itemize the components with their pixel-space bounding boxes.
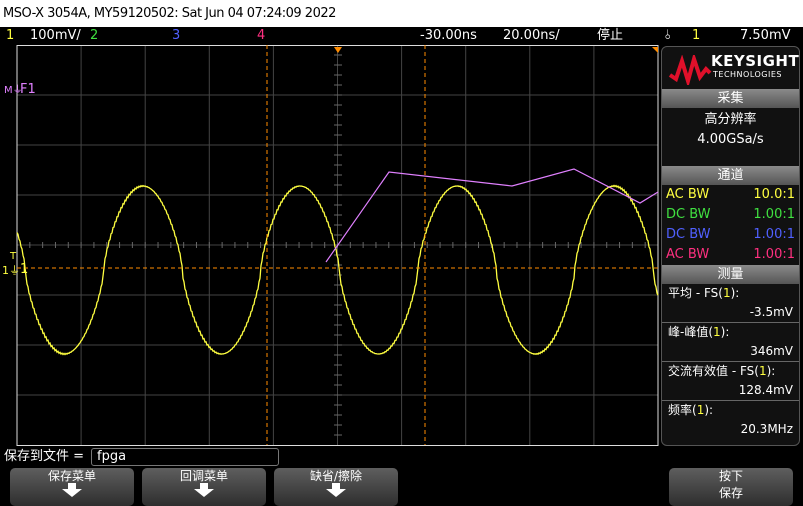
channel-2-info[interactable]: DC BW 1.00:1 <box>662 205 799 225</box>
measurement-1[interactable]: 平均 - FS(1): -3.5mV <box>662 284 799 323</box>
acquisition-mode: 高分辨率 <box>704 112 757 127</box>
arrow-down-icon <box>62 483 82 497</box>
channel-3-label[interactable]: 3 <box>172 27 180 45</box>
timebase[interactable]: 20.00ns/ <box>503 27 560 45</box>
measurement-label: 交流有效值 - FS(1): <box>668 364 776 378</box>
default-erase-button[interactable]: 缺省/擦除 <box>274 468 398 506</box>
arrow-down-icon <box>326 483 346 497</box>
waveform-display[interactable]: M⏚ F1 T 1⏚ 1 <box>0 45 660 447</box>
coupling: DC BW <box>666 227 711 242</box>
channel-4-info[interactable]: AC BW 1.00:1 <box>662 245 799 265</box>
trigger-position-marker <box>334 47 342 53</box>
softkey-label: 保存 <box>718 486 743 500</box>
channel-2-label[interactable]: 2 <box>90 27 98 45</box>
measurement-value: 346mV <box>750 344 793 358</box>
channel-1-scale[interactable]: 100mV/ <box>30 27 81 45</box>
measurement-4[interactable]: 频率(1): 20.3MHz <box>662 401 799 440</box>
acquisition-info: 高分辨率 4.00GSa/s <box>662 108 799 166</box>
channel-1-info[interactable]: AC BW 10.0:1 <box>662 185 799 205</box>
window-title: MSO-X 3054A, MY59120502: Sat Jun 04 07:2… <box>0 0 803 27</box>
arrow-down-icon <box>194 483 214 497</box>
probe-ratio: 1.00:1 <box>753 207 795 222</box>
channels-header[interactable]: 通道 <box>662 166 799 185</box>
acquisition-header[interactable]: 采集 <box>662 89 799 108</box>
softkey-label: 按下 <box>718 469 743 483</box>
measurement-value: -3.5mV <box>749 305 793 319</box>
trigger-level[interactable]: 7.50mV <box>740 27 791 45</box>
coupling: AC BW <box>666 247 710 262</box>
keysight-wave-icon <box>668 55 712 85</box>
measurement-label: 峰-峰值(1): <box>668 325 730 339</box>
measurement-3[interactable]: 交流有效值 - FS(1): 128.4mV <box>662 362 799 401</box>
press-to-save-button[interactable]: 按下 保存 <box>669 468 793 506</box>
trigger-source[interactable]: 1 <box>692 27 700 45</box>
logo-subtext: TECHNOLOGIES <box>713 70 782 79</box>
measurement-value: 128.4mV <box>738 383 793 397</box>
logo-text: KEYSIGHT <box>711 52 800 70</box>
save-to-file-label: 保存到文件 = <box>4 449 85 464</box>
channel-3-info[interactable]: DC BW 1.00:1 <box>662 225 799 245</box>
probe-ratio: 1.00:1 <box>753 247 795 262</box>
probe-ratio: 10.0:1 <box>753 187 795 202</box>
probe-ratio: 1.00:1 <box>753 227 795 242</box>
trigger-edge-icon: ⫰ <box>665 28 671 43</box>
status-bar: 1 100mV/ 2 3 4 -30.00ns 20.00ns/ 停止 ⫰ 1 … <box>0 27 803 45</box>
coupling: DC BW <box>666 207 711 222</box>
side-panel: KEYSIGHT TECHNOLOGIES 采集 高分辨率 4.00GSa/s … <box>661 46 800 446</box>
recall-menu-button[interactable]: 回调菜单 <box>142 468 266 506</box>
math-marker: F1 <box>20 82 36 97</box>
channel-1-label[interactable]: 1 <box>6 27 14 45</box>
sample-rate: 4.00GSa/s <box>697 132 764 147</box>
measurement-value: 20.3MHz <box>740 422 793 436</box>
cursor-corner-marker <box>652 47 658 53</box>
channel-1-marker: 1 <box>20 262 28 277</box>
horizontal-delay[interactable]: -30.00ns <box>420 27 477 45</box>
measurement-2[interactable]: 峰-峰值(1): 346mV <box>662 323 799 362</box>
channel-1-ground-icon: 1⏚ <box>2 264 20 277</box>
keysight-logo: KEYSIGHT TECHNOLOGIES <box>662 47 799 89</box>
measurements-header[interactable]: 测量 <box>662 265 799 284</box>
run-state[interactable]: 停止 <box>597 27 623 45</box>
measurement-label: 频率(1): <box>668 403 714 417</box>
measurement-label: 平均 - FS(1): <box>668 286 740 300</box>
save-menu-button[interactable]: 保存菜单 <box>10 468 134 506</box>
channel-4-label[interactable]: 4 <box>257 27 265 45</box>
coupling: AC BW <box>666 187 710 202</box>
trigger-marker: T <box>9 251 17 262</box>
filename-field[interactable]: fpga <box>91 448 279 466</box>
